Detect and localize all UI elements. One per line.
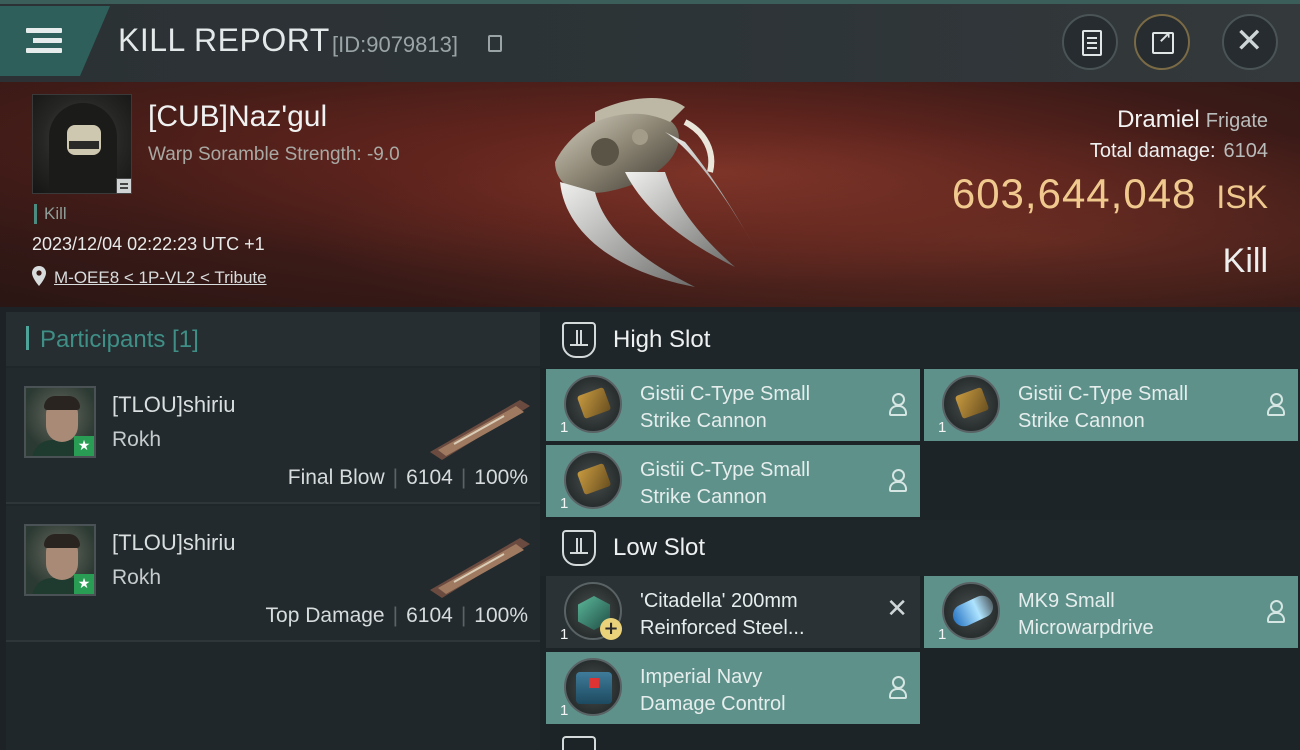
menu-badge-icon (116, 178, 132, 194)
cannon-icon (564, 451, 622, 509)
participant-name[interactable]: [TLOU]shiriu (112, 530, 235, 556)
location-link[interactable]: M-OEE8 < 1P-VL2 < Tribute (54, 268, 267, 288)
plus-icon: + (600, 618, 622, 640)
item-name: Gistii C-Type Small Strike Cannon (640, 459, 811, 508)
victim-name[interactable]: [CUB]Naz'gul (148, 100, 327, 134)
ship-thumbnail (430, 400, 530, 460)
ship-class: Frigate (1205, 110, 1268, 132)
cannon-icon (564, 375, 622, 433)
slot-item[interactable]: 1 Gistii C-Type Small Strike Cannon (546, 445, 920, 517)
slot-item[interactable]: 1 Gistii C-Type Small Strike Cannon (546, 369, 920, 441)
damage-control-icon (564, 658, 622, 716)
clipboard-button[interactable] (1062, 14, 1118, 70)
fitting-panel: High Slot 1 Gistii C-Type Small Strike Ca… (540, 312, 1300, 750)
share-icon (1152, 28, 1174, 54)
armor-plate-icon: + (564, 582, 622, 640)
participant-ship: Rokh (112, 428, 162, 451)
user-icon (888, 469, 907, 492)
victim-ship[interactable]: Dramiel Frigate (1117, 106, 1268, 134)
participant-stats: Final Blow | 6104 | 100% (287, 466, 528, 489)
participant-row[interactable]: ★ [TLOU]shiriu Rokh Final Blow | 6104 | 100% (6, 368, 540, 504)
high-slot-header: High Slot (540, 312, 1300, 368)
low-slot-header: Low Slot (540, 520, 1300, 576)
star-icon: ★ (74, 436, 94, 456)
page-title: KILL REPORT (118, 22, 330, 58)
kill-tag: Kill (34, 204, 67, 224)
high-slot-icon (562, 322, 596, 358)
item-name: Gistii C-Type Small Strike Cannon (640, 383, 811, 432)
kill-report-window: KILL REPORT [ID:9079813] ✕ [CUB]Naz'gul … (0, 0, 1300, 750)
slot-item[interactable]: 1 MK9 Small Microwarpdrive (924, 576, 1298, 648)
clipboard-icon (1082, 30, 1102, 56)
item-name: 'Citadella' 200mm Reinforced Steel... (640, 590, 805, 639)
participants-title: Participants [1] (40, 326, 199, 353)
result-label: Kill (1222, 242, 1268, 280)
close-button[interactable]: ✕ (1222, 14, 1278, 70)
user-icon (888, 393, 907, 416)
hamburger-icon (26, 28, 62, 54)
low-slot-label: Low Slot (613, 534, 706, 561)
star-icon: ★ (74, 574, 94, 594)
slot-item[interactable]: 1 Gistii C-Type Small Strike Cannon (924, 369, 1298, 441)
user-icon (1266, 600, 1285, 623)
ship-render (555, 97, 760, 287)
destroyed-icon: ✕ (886, 594, 908, 624)
total-damage: Total damage: 6104 (1089, 140, 1268, 162)
participant-name[interactable]: [TLOU]shiriu (112, 392, 235, 418)
report-id: [ID:9079813] (332, 32, 458, 57)
victim-banner: [CUB]Naz'gul Warp Soramble Strength: -9.… (0, 82, 1300, 307)
microwarpdrive-icon (942, 582, 1000, 640)
item-name: Gistii C-Type Small Strike Cannon (1018, 383, 1189, 432)
cannon-icon (942, 375, 1000, 433)
header-bar: KILL REPORT [ID:9079813] ✕ (0, 0, 1300, 82)
warp-scramble-strength: Warp Soramble Strength: -9.0 (148, 144, 400, 165)
user-icon (1266, 393, 1285, 416)
item-name: Imperial Navy Damage Control (640, 666, 786, 715)
low-slot-icon (562, 530, 596, 566)
participant-stats: Top Damage | 6104 | 100% (265, 604, 528, 627)
participant-row[interactable]: ★ [TLOU]shiriu Rokh Top Damage | 6104 | 100% (6, 506, 540, 642)
item-name: MK9 Small Microwarpdrive (1018, 590, 1154, 639)
close-icon: ✕ (1235, 21, 1264, 61)
slot-item[interactable]: 1 Imperial Navy Damage Control (546, 652, 920, 724)
high-slot-label: High Slot (613, 326, 711, 353)
user-icon (888, 676, 907, 699)
participants-panel: Participants [1] ★ [TLOU]shiriu Rokh Fin… (6, 312, 540, 750)
slot-item[interactable]: + 1 'Citadella' 200mm Reinforced Steel...… (546, 576, 920, 648)
kill-datetime: 2023/12/04 02:22:23 UTC +1 (32, 234, 265, 254)
ship-thumbnail (430, 538, 530, 598)
participants-header: Participants [1] (6, 312, 540, 366)
participant-ship: Rokh (112, 566, 162, 589)
location-pin-icon (32, 266, 46, 286)
menu-button[interactable] (0, 6, 110, 76)
isk-value: 603,644,048 ISK (951, 170, 1268, 217)
copy-id-icon[interactable] (488, 35, 502, 52)
next-slot-icon (562, 736, 596, 750)
share-button[interactable] (1134, 14, 1190, 70)
